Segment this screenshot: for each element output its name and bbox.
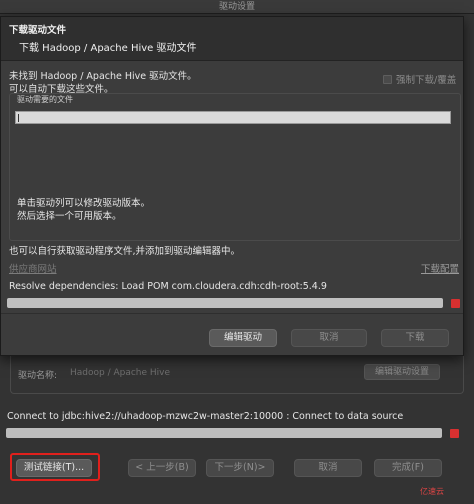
stop-download-icon[interactable]: [451, 299, 460, 308]
finish-button[interactable]: 完成(F): [374, 459, 442, 477]
next-button[interactable]: 下一步(N)>: [206, 459, 274, 477]
hint-line-2: 然后选择一个可用版本。: [17, 211, 122, 222]
resolve-status-text: Resolve dependencies: Load POM com.cloud…: [9, 281, 327, 292]
download-driver-dialog: 下载驱动文件 下载 Hadoop / Apache Hive 驱动文件 未找到 …: [0, 16, 464, 356]
driver-name-label: 驱动名称:: [18, 371, 58, 381]
connection-progress-bar: [6, 428, 442, 438]
previous-button[interactable]: < 上一步(B): [128, 459, 196, 477]
dialog-subtitle: 下载 Hadoop / Apache Hive 驱动文件: [19, 43, 197, 54]
download-progress-bar: [7, 298, 443, 308]
connection-status-text: Connect to jdbc:hive2://uhadoop-mzwc2w-m…: [7, 411, 404, 422]
manual-download-note: 也可以自行获取驱动程序文件,并添加到驱动编辑器中。: [9, 246, 241, 257]
stop-connection-icon[interactable]: [450, 429, 459, 438]
cancel-wizard-button[interactable]: 取消: [294, 459, 362, 477]
needed-files-list-row[interactable]: [15, 111, 451, 124]
vendor-website-link[interactable]: 供应商网站: [9, 261, 57, 275]
force-download-option[interactable]: 强制下载/覆盖: [383, 72, 456, 86]
highlight-box: [10, 453, 100, 481]
driver-name-value: Hadoop / Apache Hive: [70, 368, 171, 378]
needed-files-label: 驱动需要的文件: [17, 95, 73, 104]
version-hint: 单击驱动列可以修改驱动版本。 然后选择一个可用版本。: [17, 197, 150, 223]
force-download-checkbox[interactable]: [383, 74, 392, 84]
window-title: 驱动设置: [0, 0, 474, 14]
text-cursor: [18, 114, 19, 122]
cancel-button[interactable]: 取消: [291, 329, 367, 347]
force-download-label: 强制下载/覆盖: [396, 75, 457, 86]
dialog-title: 下载驱动文件: [9, 25, 67, 36]
download-button[interactable]: 下载: [381, 329, 449, 347]
missing-line-1: 未找到 Hadoop / Apache Hive 驱动文件。: [9, 71, 197, 82]
watermark-logo: 亿速云: [420, 487, 444, 496]
edit-driver-button[interactable]: 编辑驱动: [209, 329, 277, 347]
edit-driver-settings-button[interactable]: 编辑驱动设置: [364, 364, 440, 380]
dialog-header: 下载驱动文件 下载 Hadoop / Apache Hive 驱动文件: [1, 17, 463, 61]
dialog-divider: [1, 313, 463, 314]
hint-line-1: 单击驱动列可以修改驱动版本。: [17, 198, 151, 209]
download-config-link[interactable]: 下载配置: [421, 261, 459, 275]
